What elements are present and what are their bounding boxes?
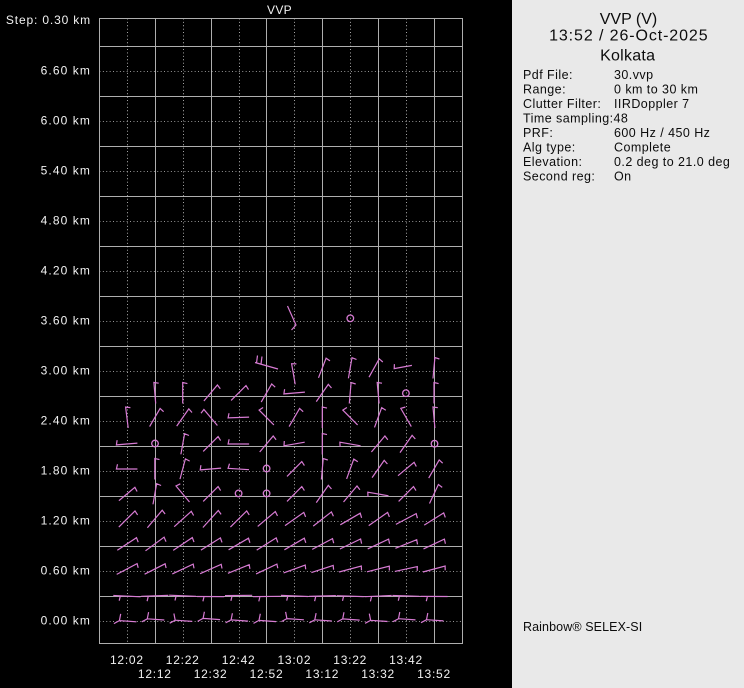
svg-text:12:42: 12:42 bbox=[222, 653, 256, 667]
svg-text:12:32: 12:32 bbox=[194, 667, 228, 681]
svg-text:3.60 km: 3.60 km bbox=[41, 314, 91, 328]
svg-text:12:22: 12:22 bbox=[166, 653, 200, 667]
svg-text:Clutter Filter:: Clutter Filter: bbox=[523, 97, 601, 111]
svg-text:On: On bbox=[614, 170, 632, 184]
svg-text:3.00 km: 3.00 km bbox=[41, 364, 91, 378]
svg-text:12:02: 12:02 bbox=[110, 653, 144, 667]
svg-text:Pdf File:: Pdf File: bbox=[523, 68, 573, 82]
svg-text:6.00 km: 6.00 km bbox=[41, 114, 91, 128]
svg-text:12:52: 12:52 bbox=[250, 667, 284, 681]
svg-text:4.80 km: 4.80 km bbox=[41, 214, 91, 228]
svg-text:13:02: 13:02 bbox=[278, 653, 312, 667]
svg-text:6.60 km: 6.60 km bbox=[41, 64, 91, 78]
svg-text:Complete: Complete bbox=[614, 141, 671, 155]
svg-text:13:42: 13:42 bbox=[389, 653, 423, 667]
svg-text:1.80 km: 1.80 km bbox=[41, 464, 91, 478]
svg-text:Alg type:: Alg type: bbox=[523, 141, 576, 155]
svg-text:IIRDoppler 7: IIRDoppler 7 bbox=[614, 97, 690, 111]
svg-text:0 km to 30 km: 0 km to 30 km bbox=[614, 83, 698, 97]
svg-text:12:12: 12:12 bbox=[138, 667, 172, 681]
svg-text:VVP (V): VVP (V) bbox=[600, 11, 658, 28]
svg-text:4.20 km: 4.20 km bbox=[41, 264, 91, 278]
svg-text:Step: 0.30 km: Step: 0.30 km bbox=[6, 13, 91, 27]
svg-text:13:12: 13:12 bbox=[305, 667, 339, 681]
svg-text:PRF:: PRF: bbox=[523, 126, 553, 140]
svg-text:Second reg:: Second reg: bbox=[523, 170, 595, 184]
svg-text:0.60 km: 0.60 km bbox=[41, 564, 91, 578]
svg-text:13:22: 13:22 bbox=[333, 653, 367, 667]
svg-text:30.vvp: 30.vvp bbox=[614, 68, 654, 82]
svg-text:VVP: VVP bbox=[267, 3, 292, 17]
svg-text:48: 48 bbox=[614, 112, 629, 126]
svg-text:0.00 km: 0.00 km bbox=[41, 614, 91, 628]
svg-text:Kolkata: Kolkata bbox=[600, 47, 655, 64]
svg-text:5.40 km: 5.40 km bbox=[41, 164, 91, 178]
svg-text:13:52: 13:52 bbox=[417, 667, 451, 681]
svg-text:13:32: 13:32 bbox=[361, 667, 395, 681]
svg-text:2.40 km: 2.40 km bbox=[41, 414, 91, 428]
svg-text:Time sampling:: Time sampling: bbox=[523, 112, 614, 126]
svg-text:Range:: Range: bbox=[523, 83, 566, 97]
svg-text:Elevation:: Elevation: bbox=[523, 155, 582, 169]
svg-text:13:52 / 26-Oct-2025: 13:52 / 26-Oct-2025 bbox=[549, 27, 708, 44]
svg-text:1.20 km: 1.20 km bbox=[41, 514, 91, 528]
svg-text:0.2 deg to 21.0 deg: 0.2 deg to 21.0 deg bbox=[614, 155, 730, 169]
svg-text:600 Hz / 450 Hz: 600 Hz / 450 Hz bbox=[614, 126, 710, 140]
svg-text:Rainbow® SELEX-SI: Rainbow® SELEX-SI bbox=[523, 620, 642, 634]
